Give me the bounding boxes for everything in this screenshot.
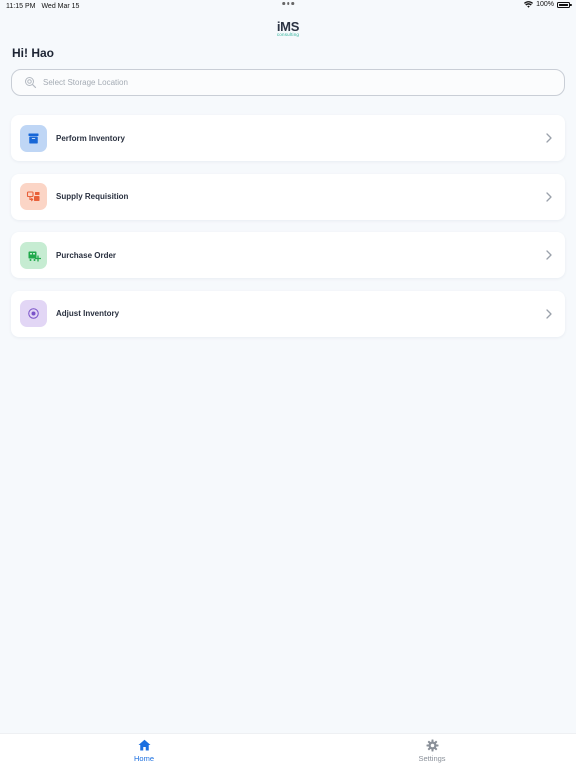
transfer-icon xyxy=(26,191,40,202)
target-icon xyxy=(28,308,39,319)
chevron-right-icon xyxy=(546,250,552,260)
tab-home-label: Home xyxy=(133,754,154,763)
chevron-right-icon xyxy=(546,308,552,319)
menu-label: Adjust Inventory xyxy=(56,309,120,318)
battery-fill xyxy=(559,3,568,6)
status-time: 11:15 PM xyxy=(6,2,36,10)
wifi-icon xyxy=(524,1,534,8)
cart-add-icon xyxy=(28,251,41,262)
greeting-title: Hi! Hao xyxy=(12,46,54,60)
menu-item-purchase-order[interactable]: Purchase Order xyxy=(11,232,565,278)
battery-percent: 100% xyxy=(536,1,554,8)
status-date: Wed Mar 15 xyxy=(41,2,80,10)
menu-icon-bg xyxy=(20,241,47,269)
chevron-right-icon xyxy=(546,133,552,143)
status-left: 11:15 PM Wed Mar 15 xyxy=(6,3,79,10)
menu-icon-bg xyxy=(20,124,47,152)
menu-item-adjust-inventory[interactable]: Adjust Inventory xyxy=(11,290,565,337)
multitasking-dots-icon[interactable] xyxy=(282,2,294,5)
home-screen: 11:15 PM Wed Mar 15 100% iMS consulting … xyxy=(0,0,576,768)
gear-icon xyxy=(426,739,438,752)
tab-home[interactable]: Home xyxy=(114,739,174,763)
logo-subtitle: consulting xyxy=(276,32,300,37)
menu-label: Purchase Order xyxy=(56,250,117,260)
tab-settings-label: Settings xyxy=(418,754,446,763)
storage-location-search[interactable] xyxy=(11,69,565,96)
chevron-right-icon xyxy=(546,191,552,202)
location-search-icon xyxy=(24,76,37,89)
action-menu: Perform Inventory Supply Requisition Pur… xyxy=(11,115,565,349)
status-bar: 11:15 PM Wed Mar 15 100% xyxy=(0,0,576,12)
logo-box: iMS consulting xyxy=(276,20,300,38)
tab-bar: Home Settings xyxy=(0,733,576,768)
menu-label: Perform Inventory xyxy=(56,133,125,143)
menu-icon-bg xyxy=(20,183,47,210)
battery-icon xyxy=(557,1,572,8)
app-logo: iMS consulting xyxy=(0,20,576,38)
status-right: 100% xyxy=(524,1,572,8)
menu-item-supply-requisition[interactable]: Supply Requisition xyxy=(11,173,565,220)
menu-item-perform-inventory[interactable]: Perform Inventory xyxy=(11,115,565,161)
archive-box-icon xyxy=(28,133,39,143)
home-icon xyxy=(138,739,150,751)
menu-label: Supply Requisition xyxy=(56,192,129,201)
tab-settings[interactable]: Settings xyxy=(402,739,462,763)
menu-icon-bg xyxy=(20,300,47,327)
storage-location-input[interactable] xyxy=(43,78,543,87)
